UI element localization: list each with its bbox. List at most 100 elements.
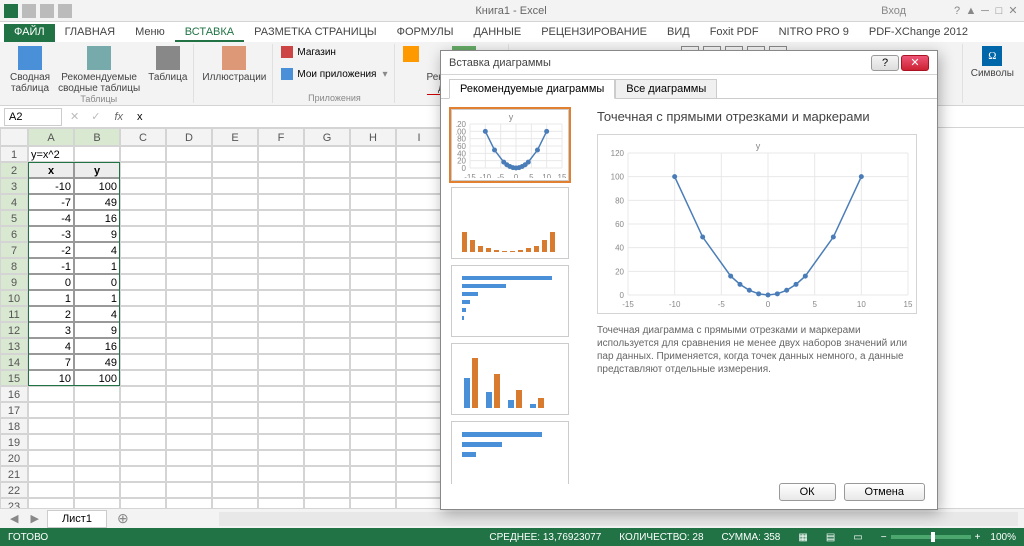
cell[interactable] <box>28 402 74 418</box>
cell[interactable] <box>304 418 350 434</box>
tab-разметка страницы[interactable]: РАЗМЕТКА СТРАНИЦЫ <box>244 24 386 42</box>
cell[interactable] <box>166 370 212 386</box>
cell[interactable]: 2 <box>28 306 74 322</box>
cell[interactable] <box>120 242 166 258</box>
cell[interactable] <box>120 418 166 434</box>
cell[interactable] <box>212 466 258 482</box>
cell[interactable]: 1 <box>74 290 120 306</box>
row-header[interactable]: 14 <box>0 354 28 370</box>
cell[interactable]: 49 <box>74 194 120 210</box>
row-header[interactable]: 8 <box>0 258 28 274</box>
cell[interactable] <box>212 386 258 402</box>
cell[interactable] <box>166 386 212 402</box>
cell[interactable] <box>258 402 304 418</box>
column-header[interactable]: I <box>396 128 442 146</box>
cell[interactable] <box>166 418 212 434</box>
cell[interactable] <box>396 338 442 354</box>
cell[interactable] <box>304 386 350 402</box>
row-header[interactable]: 19 <box>0 434 28 450</box>
column-header[interactable]: C <box>120 128 166 146</box>
cell[interactable] <box>120 194 166 210</box>
cell[interactable] <box>74 418 120 434</box>
cell[interactable] <box>396 306 442 322</box>
cell[interactable]: 1 <box>74 258 120 274</box>
cell[interactable]: -2 <box>28 242 74 258</box>
bing-icon[interactable] <box>403 46 419 62</box>
cell[interactable] <box>258 226 304 242</box>
cell[interactable] <box>28 418 74 434</box>
cell[interactable]: -4 <box>28 210 74 226</box>
cell[interactable] <box>304 242 350 258</box>
row-header[interactable]: 7 <box>0 242 28 258</box>
cell[interactable] <box>396 498 442 508</box>
cell[interactable] <box>120 306 166 322</box>
cell[interactable] <box>304 226 350 242</box>
cell[interactable] <box>350 226 396 242</box>
cell[interactable]: 10 <box>28 370 74 386</box>
cell[interactable] <box>396 482 442 498</box>
recommended-pivot-button[interactable]: Рекомендуемые сводные таблицы <box>58 46 140 94</box>
row-header[interactable]: 23 <box>0 498 28 508</box>
cell[interactable] <box>166 290 212 306</box>
view-normal-icon[interactable]: ▦ <box>798 532 807 543</box>
cell[interactable] <box>166 482 212 498</box>
cell[interactable] <box>166 194 212 210</box>
row-header[interactable]: 20 <box>0 450 28 466</box>
cell[interactable] <box>212 210 258 226</box>
cell[interactable]: 100 <box>74 370 120 386</box>
cell[interactable]: -10 <box>28 178 74 194</box>
cell[interactable] <box>74 146 120 162</box>
cell[interactable] <box>350 354 396 370</box>
store-button[interactable]: Магазин <box>281 46 387 58</box>
row-header[interactable]: 13 <box>0 338 28 354</box>
cell[interactable] <box>212 498 258 508</box>
fx-icon[interactable]: fx <box>108 111 129 123</box>
cell[interactable] <box>166 402 212 418</box>
cell[interactable] <box>212 226 258 242</box>
cell[interactable] <box>396 370 442 386</box>
cell[interactable]: -1 <box>28 258 74 274</box>
cell[interactable] <box>212 354 258 370</box>
redo-icon[interactable] <box>58 4 72 18</box>
cell[interactable] <box>258 354 304 370</box>
cell[interactable] <box>166 338 212 354</box>
cell[interactable] <box>350 210 396 226</box>
cell[interactable] <box>258 306 304 322</box>
cell[interactable] <box>258 258 304 274</box>
accept-formula-icon[interactable]: ✓ <box>87 110 104 123</box>
cell[interactable] <box>120 354 166 370</box>
cell[interactable] <box>166 162 212 178</box>
thumb-bar[interactable] <box>451 187 569 259</box>
cell[interactable] <box>120 290 166 306</box>
tab-nitro pro 9[interactable]: NITRO PRO 9 <box>769 24 859 42</box>
dialog-titlebar[interactable]: Вставка диаграммы ? ✕ <box>441 51 937 75</box>
cell[interactable] <box>258 450 304 466</box>
cell[interactable] <box>304 290 350 306</box>
tab-вид[interactable]: ВИД <box>657 24 700 42</box>
cell[interactable] <box>396 466 442 482</box>
cell[interactable] <box>396 162 442 178</box>
chart-thumbnails[interactable]: -15-10-5051015020406080100120y <box>447 105 587 484</box>
cell[interactable] <box>74 402 120 418</box>
cell[interactable] <box>258 242 304 258</box>
cell[interactable] <box>120 178 166 194</box>
cell[interactable] <box>74 450 120 466</box>
cell[interactable]: 16 <box>74 338 120 354</box>
row-header[interactable]: 10 <box>0 290 28 306</box>
illustrations-button[interactable]: Иллюстрации <box>202 46 266 83</box>
cell[interactable] <box>166 434 212 450</box>
cell[interactable] <box>120 370 166 386</box>
cell[interactable]: 1 <box>28 290 74 306</box>
cell[interactable] <box>396 194 442 210</box>
cell[interactable] <box>258 482 304 498</box>
cell[interactable] <box>212 194 258 210</box>
cell[interactable] <box>258 466 304 482</box>
cell[interactable] <box>304 498 350 508</box>
tab-foxit pdf[interactable]: Foxit PDF <box>700 24 769 42</box>
cell[interactable]: 7 <box>28 354 74 370</box>
sheet-tab[interactable]: Лист1 <box>47 510 107 528</box>
tab-главная[interactable]: ГЛАВНАЯ <box>55 24 125 42</box>
cell[interactable] <box>396 434 442 450</box>
cell[interactable] <box>396 386 442 402</box>
cell[interactable]: -3 <box>28 226 74 242</box>
